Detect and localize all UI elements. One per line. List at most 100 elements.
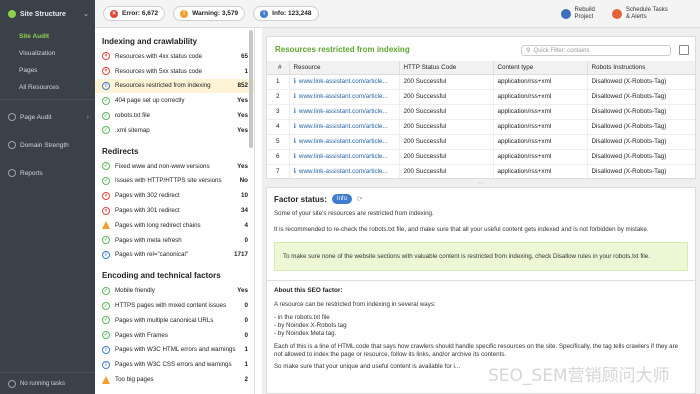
task-status-label: No running tasks: [20, 380, 66, 387]
factor-list-item[interactable]: ✓ .xml sitemap Yes: [95, 123, 254, 138]
table-cell: Disallowed (X-Robots-Tag): [587, 119, 695, 135]
row-number: 5: [267, 134, 290, 150]
info-icon: ℹ: [293, 108, 296, 115]
factor-label: Resources with 5xx status code: [115, 67, 203, 75]
factor-list-item[interactable]: ✓ Pages with multiple canonical URLs 0: [95, 313, 254, 328]
resource-link[interactable]: www.link-assistant.com/article...: [299, 93, 388, 100]
factor-list-item[interactable]: × Pages with 301 redirect 34: [95, 203, 254, 218]
warning-icon: [102, 221, 110, 230]
column-header[interactable]: Robots Instructions: [587, 61, 695, 75]
factor-value: Yes: [237, 97, 248, 105]
check-icon: ✓: [102, 162, 110, 171]
table-cell: application/rss+xml: [493, 74, 588, 90]
sidebar-section-domain-strength[interactable]: Domain Strength: [0, 131, 95, 159]
refresh-icon[interactable]: ⟳: [357, 195, 363, 203]
factor-list-item[interactable]: Pages with long redirect chains 4: [95, 218, 254, 233]
column-header[interactable]: Resource: [289, 61, 400, 75]
sidebar-section-page-audit[interactable]: Page Audit ›: [0, 103, 95, 131]
table-row[interactable]: 1 ℹ www.link-assistant.com/article... 200 S…: [267, 74, 695, 90]
site-structure-icon: [8, 10, 16, 18]
factor-status-title: Factor status:: [274, 194, 327, 204]
factor-list-item[interactable]: ✓ Pages with meta refresh 0: [95, 233, 254, 248]
sidebar-section-site-structure[interactable]: Site Structure ⌄: [0, 0, 95, 28]
sidebar-item-pages[interactable]: Pages: [0, 62, 95, 79]
factor-label: Pages with long redirect chains: [115, 221, 201, 229]
resources-table: # Resource HTTP Status Code Content type Rob…: [267, 61, 695, 178]
factor-list-item[interactable]: × Resources with 5xx status code 1: [95, 64, 254, 79]
schedule-tasks-button[interactable]: Schedule Tasks & Alerts: [611, 7, 668, 21]
warning-filter-chip[interactable]: ! Warning: 3,579: [173, 6, 246, 21]
factor-label: Pages with Frames: [115, 331, 168, 339]
resource-link[interactable]: www.link-assistant.com/article...: [299, 78, 388, 85]
task-status-bar[interactable]: No running tasks: [0, 372, 95, 394]
resource-link-cell[interactable]: ℹ www.link-assistant.com/article...: [289, 89, 400, 105]
factor-label: Mobile friendly: [115, 287, 155, 295]
scrollbar[interactable]: [249, 30, 253, 148]
factor-list-item[interactable]: i Resources restricted from indexing 852: [95, 78, 254, 94]
table-row[interactable]: 6 ℹ www.link-assistant.com/article... 200 S…: [267, 149, 695, 165]
info-icon: ℹ: [293, 168, 296, 175]
resource-link[interactable]: www.link-assistant.com/article...: [299, 108, 388, 115]
factor-list-item[interactable]: i Pages with rel="canonical" 1717: [95, 248, 254, 263]
factor-list-item[interactable]: ✓ Mobile friendly Yes: [95, 283, 254, 298]
resource-link[interactable]: www.link-assistant.com/article...: [299, 153, 388, 160]
table-row[interactable]: 7 ℹ www.link-assistant.com/article... 200 S…: [267, 164, 695, 178]
about-list-item: - by Noindex Meta tag.: [274, 330, 337, 337]
factor-list-item[interactable]: × Pages with 302 redirect 10: [95, 188, 254, 203]
panel-splitter-handle[interactable]: ⋯: [262, 179, 700, 187]
rebuild-icon: [560, 8, 571, 19]
sidebar-item-site-audit[interactable]: Site Audit: [0, 28, 95, 45]
resource-link[interactable]: www.link-assistant.com/article...: [299, 168, 388, 175]
table-cell: application/rss+xml: [493, 104, 588, 120]
column-header[interactable]: HTTP Status Code: [399, 61, 494, 75]
factor-list-item[interactable]: i Pages with W3C CSS errors and warnings 1: [95, 357, 254, 372]
column-header[interactable]: #: [267, 61, 290, 75]
factor-list-item[interactable]: ✓ robots.txt file Yes: [95, 108, 254, 123]
factor-list-item[interactable]: ✓ Pages with Frames 0: [95, 328, 254, 343]
resource-link-cell[interactable]: ℹ www.link-assistant.com/article...: [289, 104, 400, 120]
export-icon[interactable]: [679, 45, 689, 55]
schedule-label-line2: & Alerts: [625, 13, 647, 20]
info-icon: ℹ: [293, 123, 296, 130]
resource-link-cell[interactable]: ℹ www.link-assistant.com/article...: [289, 119, 400, 135]
factor-list-item[interactable]: ✓ HTTPS pages with mixed content issues 0: [95, 298, 254, 313]
warning-icon: !: [180, 9, 189, 18]
table-cell: Disallowed (X-Robots-Tag): [587, 104, 695, 120]
factor-value: 34: [240, 207, 248, 215]
resource-link-cell[interactable]: ℹ www.link-assistant.com/article...: [289, 164, 400, 178]
table-row[interactable]: 3 ℹ www.link-assistant.com/article... 200 S…: [267, 104, 695, 120]
factor-value: 1: [244, 346, 248, 354]
rebuild-project-button[interactable]: Rebuild Project: [560, 7, 595, 21]
factor-list-item[interactable]: ✓ 404 page set up correctly Yes: [95, 93, 254, 108]
resource-link-cell[interactable]: ℹ www.link-assistant.com/article...: [289, 134, 400, 150]
resource-link[interactable]: www.link-assistant.com/article...: [299, 138, 388, 145]
quick-filter-input[interactable]: ⚲ Quick Filter: contains: [521, 45, 671, 56]
factor-list-item[interactable]: ✓ Fixed www and non-www versions Yes: [95, 159, 254, 174]
factor-label: Pages with multiple canonical URLs: [115, 316, 214, 324]
check-icon: ✓: [102, 316, 110, 325]
info-filter-chip[interactable]: i Info: 123,248: [253, 6, 319, 21]
factor-value: 1717: [233, 251, 248, 259]
table-row[interactable]: 4 ℹ www.link-assistant.com/article... 200 S…: [267, 119, 695, 135]
factor-list-item[interactable]: Too big pages 2: [95, 372, 254, 387]
column-header[interactable]: Content type: [493, 61, 588, 75]
error-icon: ×: [102, 67, 110, 76]
sidebar: Site Structure ⌄ Site Audit Visualizatio…: [0, 0, 95, 394]
factor-list-item[interactable]: ✓ Issues with HTTP/HTTPS site versions No: [95, 174, 254, 189]
table-cell: application/rss+xml: [493, 164, 588, 178]
resource-link-cell[interactable]: ℹ www.link-assistant.com/article...: [289, 149, 400, 165]
sidebar-item-visualization[interactable]: Visualization: [0, 45, 95, 62]
divider: [267, 280, 695, 281]
sidebar-section-reports[interactable]: Reports: [0, 159, 95, 187]
rebuild-label-line2: Project: [574, 13, 594, 20]
table-row[interactable]: 5 ℹ www.link-assistant.com/article... 200 S…: [267, 134, 695, 150]
error-filter-chip[interactable]: × Error: 6,672: [103, 6, 166, 21]
table-cell: application/rss+xml: [493, 134, 588, 150]
factor-list-item[interactable]: i Pages with W3C HTML errors and warnings…: [95, 343, 254, 358]
sidebar-item-all-resources[interactable]: All Resources: [0, 79, 95, 96]
resource-link-cell[interactable]: ℹ www.link-assistant.com/article...: [289, 74, 400, 90]
table-row[interactable]: 2 ℹ www.link-assistant.com/article... 200 S…: [267, 89, 695, 105]
resource-link[interactable]: www.link-assistant.com/article...: [299, 123, 388, 130]
factor-value: 65: [240, 52, 248, 60]
factor-list-item[interactable]: × Resources with 4xx status code 65: [95, 49, 254, 64]
